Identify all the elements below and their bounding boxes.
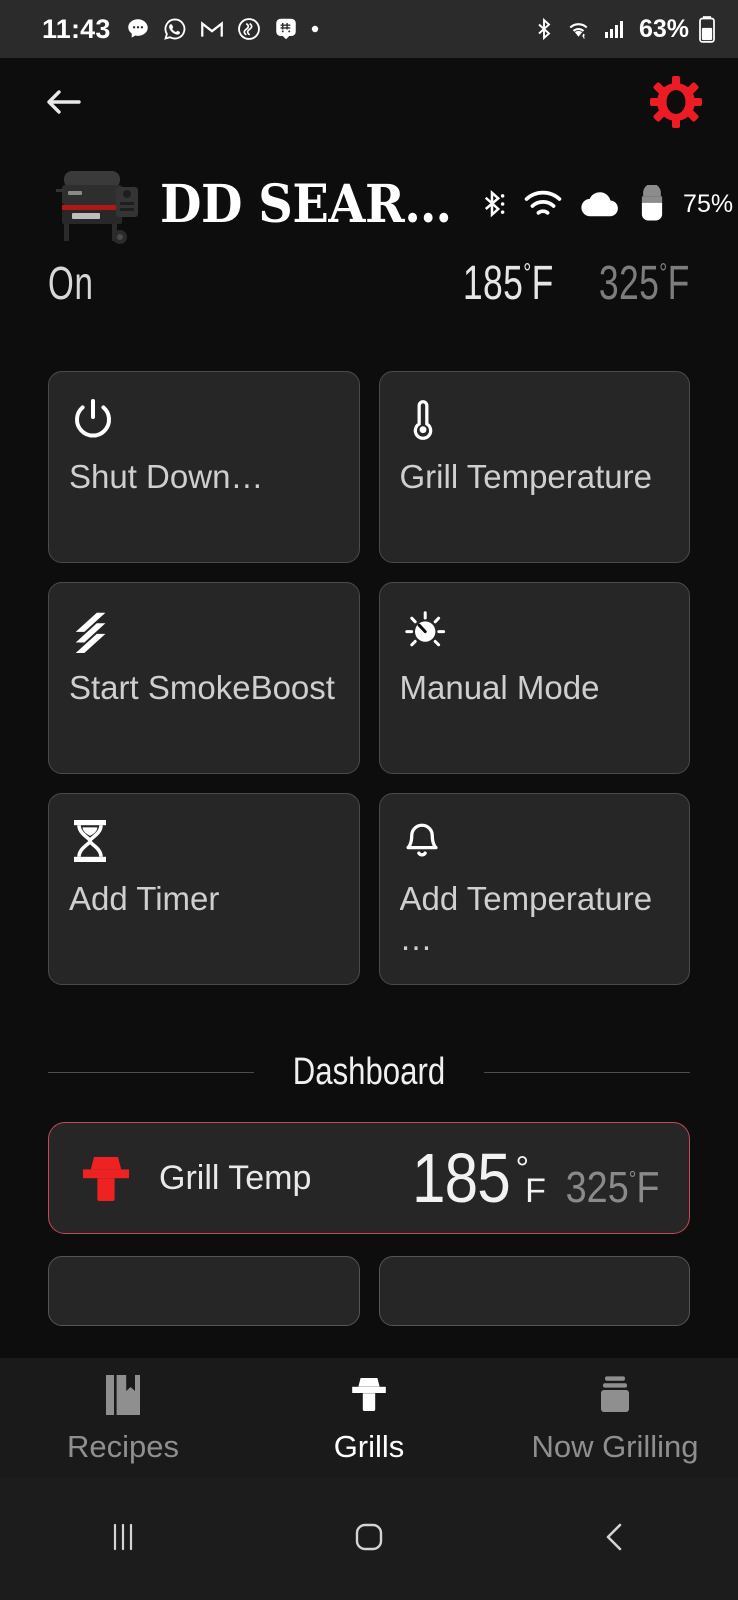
unit-symbol: F	[525, 1172, 546, 1210]
grill-icon	[75, 1145, 137, 1212]
divider-right	[483, 1072, 690, 1073]
action-label: Manual Mode	[399, 669, 600, 706]
current-temperature: 185°F	[462, 257, 554, 310]
smiley-icon	[273, 16, 299, 42]
start-smokeboost-button[interactable]: Start SmokeBoost	[48, 582, 360, 774]
action-label: Shut Down…	[69, 458, 264, 495]
gear-icon	[649, 75, 703, 134]
tab-label: Now Grilling	[531, 1428, 699, 1464]
pellet-hopper-icon	[637, 185, 667, 223]
action-label: Add Timer	[69, 880, 220, 917]
cellular-signal-icon	[601, 17, 627, 41]
tab-recipes[interactable]: Recipes	[0, 1358, 246, 1478]
manual-mode-button[interactable]: Manual Mode	[378, 582, 690, 774]
divider-left	[48, 1072, 255, 1073]
dashboard-additional-cards	[48, 1256, 690, 1326]
dashboard-card-partial-right[interactable]	[378, 1256, 690, 1326]
hourglass-icon	[69, 817, 339, 875]
battery-percent-label: 63%	[638, 14, 689, 43]
stack-icon	[593, 1372, 637, 1423]
android-navigation-bar	[0, 1478, 738, 1600]
dashboard-section-header: Dashboard	[0, 985, 738, 1094]
gmail-icon	[199, 16, 225, 42]
dashboard-cards: Grill Temp 185 ° F 325°F	[0, 1094, 738, 1326]
hopper-level-label: 75%	[683, 189, 734, 218]
back-button[interactable]	[492, 1517, 738, 1562]
tab-now-grilling[interactable]: Now Grilling	[492, 1358, 738, 1478]
grill-icon	[347, 1372, 391, 1423]
power-icon	[69, 395, 339, 453]
quick-actions-grid: Shut Down… Grill Temperature Start Smoke…	[0, 311, 738, 985]
app-bar	[0, 58, 738, 150]
grill-name: DD SEAR…	[160, 173, 452, 235]
back-arrow-icon	[41, 83, 87, 126]
wifi-icon	[565, 16, 592, 42]
recents-button[interactable]	[0, 1517, 246, 1562]
thermometer-icon	[400, 395, 670, 453]
wifi-icon	[523, 188, 563, 220]
target-temperature: 325°F	[599, 257, 690, 310]
grill-temp-card[interactable]: Grill Temp 185 ° F 325°F	[48, 1122, 690, 1234]
status-bar-system-icons: 63%	[532, 15, 716, 44]
probe-target-temp: 325°F	[565, 1163, 660, 1212]
back-chevron-icon	[598, 1517, 632, 1562]
dashboard-title: Dashboard	[292, 1051, 446, 1093]
probe-values: 185 ° F 325°F	[404, 1138, 667, 1218]
bell-icon	[400, 817, 670, 875]
power-status-label: On	[48, 257, 94, 309]
battery-icon	[698, 15, 716, 43]
tab-label: Grills	[333, 1428, 405, 1464]
recipe-book-icon	[101, 1372, 145, 1423]
probe-current-temp: 185	[411, 1139, 511, 1217]
messages-icon	[125, 16, 151, 42]
grill-connectivity-status: 75%	[477, 185, 733, 223]
dashboard-card-partial-left[interactable]	[48, 1256, 360, 1326]
bottom-tab-bar: Recipes Grills Now Grilling	[0, 1358, 738, 1478]
home-icon	[349, 1517, 389, 1562]
tab-grills[interactable]: Grills	[246, 1358, 492, 1478]
add-temperature-alarm-button[interactable]: Add Temperature …	[378, 793, 690, 985]
dot-icon	[310, 24, 320, 34]
android-status-bar: 11:43 63%	[0, 0, 738, 58]
temperature-summary: 185°F 325°F	[431, 256, 690, 311]
bluetooth-icon	[477, 187, 507, 221]
add-timer-button[interactable]: Add Timer	[48, 793, 360, 985]
shut-down-button[interactable]: Shut Down…	[48, 371, 360, 563]
smoke-app-icon	[236, 16, 262, 42]
grill-thumbnail	[48, 158, 148, 250]
cloud-icon	[579, 189, 621, 219]
whatsapp-icon	[162, 16, 188, 42]
grill-header: DD SEAR… 75%	[0, 150, 738, 250]
action-label: Grill Temperature	[399, 458, 652, 495]
action-label: Add Temperature …	[399, 880, 653, 957]
tab-label: Recipes	[67, 1428, 179, 1464]
home-button[interactable]	[246, 1517, 492, 1562]
dial-knob-icon	[400, 606, 670, 664]
probe-name: Grill Temp	[159, 1158, 312, 1197]
recents-icon	[104, 1517, 142, 1562]
status-bar-notification-icons	[125, 16, 532, 42]
grill-temperature-button[interactable]: Grill Temperature	[378, 371, 690, 563]
back-button[interactable]	[40, 80, 88, 128]
grill-state-row: On 185°F 325°F	[0, 250, 738, 311]
settings-button[interactable]	[648, 75, 704, 134]
bluetooth-icon	[532, 16, 556, 42]
smoke-lines-icon	[69, 606, 339, 664]
status-bar-clock: 11:43	[42, 13, 111, 44]
action-label: Start SmokeBoost	[69, 669, 335, 706]
